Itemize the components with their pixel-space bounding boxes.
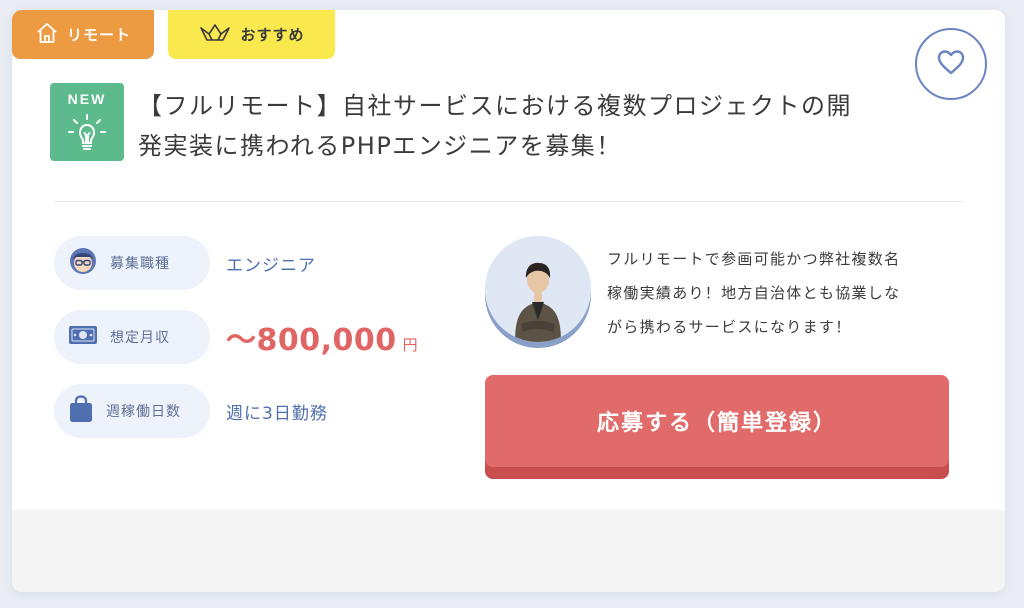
role-row: 募集職種 エンジニア [54, 236, 316, 290]
lightbulb-icon [65, 111, 109, 159]
days-row: 週稼働日数 週に3日勤務 [54, 384, 328, 438]
job-title-line2: 発実装に携われるPHPエンジニアを募集！ [138, 132, 622, 160]
salary-pill: 想定月収 [54, 310, 210, 364]
person-glasses-icon [68, 246, 98, 280]
salary-label: 想定月収 [110, 330, 170, 346]
divider [55, 201, 963, 202]
crown-icon [198, 22, 232, 48]
apply-button[interactable]: 応募する（簡単登録） [485, 375, 949, 479]
role-value: エンジニア [226, 255, 316, 276]
description: フルリモートで参画可能かつ弊社複数名 稼働実績あり！地方自治体とも協業しな がら… [607, 242, 957, 344]
role-label: 募集職種 [110, 256, 170, 272]
job-title-link[interactable]: 【フルリモート】自社サービスにおける複数プロジェクトの開 発実装に携われるPHP… [138, 86, 908, 166]
new-badge-label: NEW [67, 91, 107, 107]
description-line3: がら携わるサービスになります！ [607, 318, 852, 336]
card-footer [12, 510, 1005, 592]
remote-tag: リモート [12, 10, 154, 59]
new-badge: NEW [50, 83, 124, 161]
job-title-line1: 【フルリモート】自社サービスにおける複数プロジェクトの開 [138, 92, 852, 120]
recommended-tag-label: おすすめ [240, 26, 305, 44]
salary-value-group: 〜800,000 円 [226, 315, 418, 359]
description-line2: 稼働実績あり！地方自治体とも協業しな [607, 284, 901, 302]
heart-icon [935, 48, 967, 80]
description-line1: フルリモートで参画可能かつ弊社複数名 [607, 250, 901, 268]
recruiter-avatar [485, 236, 591, 342]
money-icon [68, 324, 98, 350]
recommended-tag: おすすめ [168, 10, 335, 59]
bag-icon [68, 395, 94, 427]
salary-unit: 円 [402, 336, 418, 354]
days-label: 週稼働日数 [106, 404, 181, 420]
remote-tag-label: リモート [66, 26, 131, 44]
job-card: リモート おすすめ NEW 【フルリモート】自社サービスにおける複数プロジェクト… [12, 10, 1005, 592]
home-icon [35, 21, 59, 49]
salary-row: 想定月収 〜800,000 円 [54, 310, 418, 364]
role-pill: 募集職種 [54, 236, 210, 290]
favorite-button[interactable] [915, 28, 987, 100]
days-pill: 週稼働日数 [54, 384, 210, 438]
salary-value: 〜800,000 [226, 323, 397, 358]
days-value: 週に3日勤務 [226, 403, 328, 424]
